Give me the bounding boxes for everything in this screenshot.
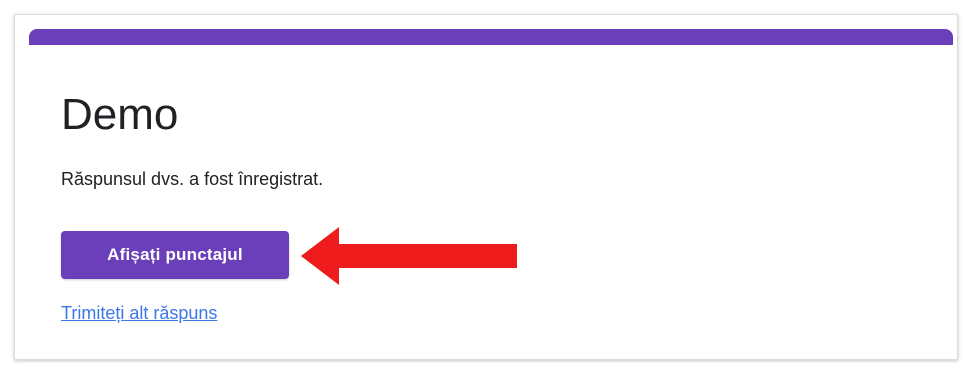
submit-another-response-link[interactable]: Trimiteți alt răspuns bbox=[61, 301, 217, 325]
arrow-left-icon bbox=[301, 227, 517, 285]
confirmation-message: Răspunsul dvs. a fost înregistrat. bbox=[61, 169, 324, 189]
form-accent-bar bbox=[29, 29, 953, 45]
page: Demo Răspunsul dvs. a fost înregistrat. … bbox=[0, 0, 966, 370]
view-score-button[interactable]: Afișați punctajul bbox=[61, 231, 289, 279]
form-title: Demo bbox=[61, 90, 179, 139]
form-response-card: Demo Răspunsul dvs. a fost înregistrat. … bbox=[14, 14, 958, 360]
